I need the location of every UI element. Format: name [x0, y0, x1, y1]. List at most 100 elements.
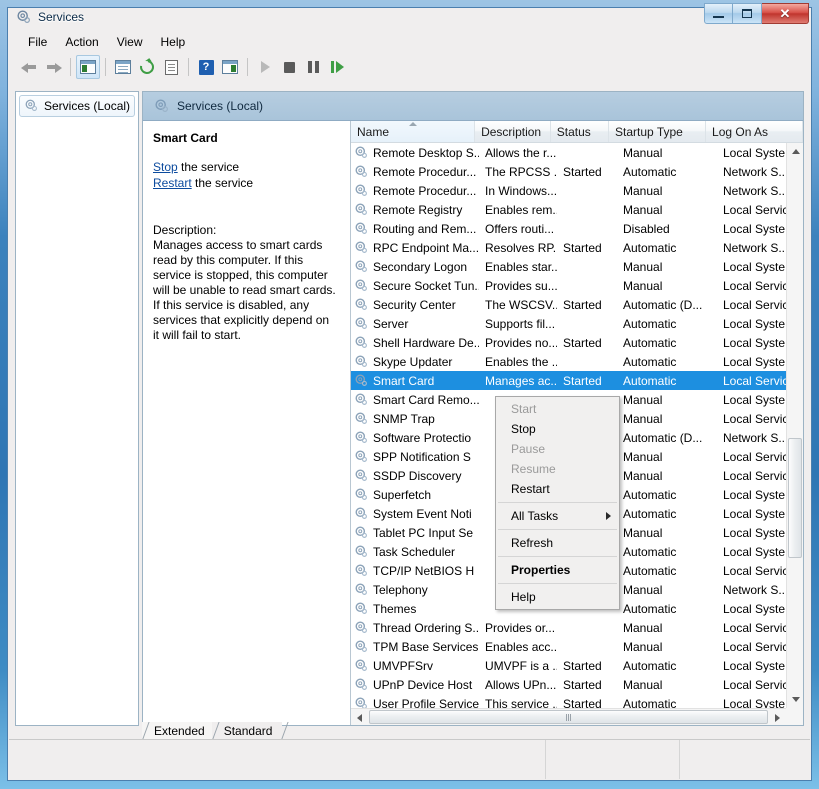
pause-service-icon[interactable] — [301, 55, 325, 79]
ctx-refresh[interactable]: Refresh — [496, 533, 619, 553]
table-row[interactable]: Smart Card Manages ac... Started Automatic L… — [351, 371, 786, 390]
table-row[interactable]: Routing and Rem... Offers routi... Disable… — [351, 219, 786, 238]
help-icon[interactable]: ? — [194, 55, 218, 79]
service-action-link-restart[interactable]: Restart — [153, 176, 192, 190]
service-gear-icon — [355, 526, 369, 540]
show-hide-action-pane-icon[interactable] — [218, 55, 242, 79]
table-row[interactable]: User Profile Service This service ... Star… — [351, 694, 786, 708]
vertical-scroll-thumb[interactable] — [788, 438, 802, 558]
menu-action[interactable]: Action — [56, 32, 107, 52]
minimize-button[interactable] — [704, 3, 733, 24]
service-gear-icon — [355, 678, 369, 692]
cell-name: Tablet PC Input Se — [351, 526, 479, 540]
cell-text: Software Protectio — [373, 430, 472, 445]
table-row[interactable]: Remote Desktop S... Allows the r... Manual… — [351, 143, 786, 162]
table-row[interactable]: Secondary Logon Enables star... Manual Loca… — [351, 257, 786, 276]
table-row[interactable]: TPM Base Services Enables acc... Manual Loc… — [351, 637, 786, 656]
vertical-scrollbar[interactable] — [786, 143, 803, 708]
table-row[interactable]: UPnP Device Host Allows UPn... Started Manu… — [351, 675, 786, 694]
cell-text: Task Scheduler — [373, 544, 456, 559]
cell-startup-type: Manual — [623, 183, 663, 198]
table-row[interactable]: Skype Updater Enables the ... Automatic Loc… — [351, 352, 786, 371]
cell-log-on-as: Local Syste... — [723, 392, 786, 407]
results-pane-title: Services (Local) — [177, 99, 264, 113]
table-row[interactable]: Thread Ordering S... Provides or... Manual… — [351, 618, 786, 637]
cell-name: SPP Notification S — [351, 450, 479, 464]
ctx-restart[interactable]: Restart — [496, 479, 619, 499]
cell-text: TCP/IP NetBIOS H — [373, 563, 475, 578]
context-menu-item-label: Resume — [511, 462, 556, 476]
menu-file[interactable]: File — [19, 32, 56, 52]
ctx-properties[interactable]: Properties — [496, 560, 619, 580]
maximize-button[interactable] — [733, 3, 762, 24]
scroll-left-button[interactable] — [351, 709, 368, 725]
service-gear-icon — [355, 545, 369, 559]
column-header-startup-type[interactable]: Startup Type — [609, 121, 707, 142]
horizontal-scroll-thumb[interactable] — [369, 710, 768, 724]
table-row[interactable]: Shell Hardware De... Provides no... Starte… — [351, 333, 786, 352]
close-button[interactable]: ✕ — [762, 3, 809, 24]
column-header-name[interactable]: Name — [351, 121, 476, 142]
cell-name: Remote Procedur... — [351, 184, 479, 198]
table-row[interactable]: Remote Procedur... In Windows... Manual Net… — [351, 181, 786, 200]
cell-startup-type: Automatic — [623, 316, 677, 331]
scroll-down-button[interactable] — [787, 691, 803, 708]
table-row[interactable]: Remote Registry Enables rem... Manual Local… — [351, 200, 786, 219]
service-gear-icon — [355, 450, 369, 464]
cell-startup-type: Automatic — [623, 696, 677, 709]
service-gear-icon — [355, 355, 369, 369]
column-header-log-on-as[interactable]: Log On As — [706, 121, 803, 142]
ctx-all-tasks[interactable]: All Tasks — [496, 506, 619, 526]
cell-startup-type: Manual — [623, 468, 663, 483]
cell-log-on-as: Local Syste... — [723, 145, 786, 160]
table-row[interactable]: RPC Endpoint Ma... Resolves RP... Started A… — [351, 238, 786, 257]
service-action-link-stop[interactable]: Stop — [153, 160, 178, 174]
show-hide-console-tree-icon[interactable] — [76, 55, 100, 79]
tree-item-services-local[interactable]: Services (Local) — [19, 95, 135, 117]
cell-startup-type: Manual — [623, 278, 663, 293]
refresh-icon[interactable] — [135, 55, 159, 79]
column-header-label: Description — [481, 124, 542, 139]
table-row[interactable]: Security Center The WSCSV... Started Automa… — [351, 295, 786, 314]
cell-status: Started — [563, 677, 602, 692]
column-header-description[interactable]: Description — [475, 121, 551, 142]
cell-text: System Event Noti — [373, 506, 472, 521]
table-row[interactable]: UMVPFSrv UMVPF is a ... Started Automatic Lo… — [351, 656, 786, 675]
cell-name: Secure Socket Tun... — [351, 279, 479, 293]
tab-extended[interactable]: Extended — [142, 722, 215, 740]
context-menu-item-label: Stop — [511, 422, 536, 436]
cell-log-on-as: Local Service — [723, 411, 786, 426]
restart-service-icon[interactable] — [325, 55, 349, 79]
column-header-status[interactable]: Status — [551, 121, 610, 142]
tab-standard[interactable]: Standard — [211, 722, 283, 740]
cell-name: RPC Endpoint Ma... — [351, 241, 479, 255]
table-row[interactable]: Remote Procedur... The RPCSS ... Started Au… — [351, 162, 786, 181]
services-gear-icon — [155, 99, 169, 113]
table-row[interactable]: Secure Socket Tun... Provides su... Manual… — [351, 276, 786, 295]
cell-text: Remote Procedur... — [373, 183, 477, 198]
scroll-up-button[interactable] — [787, 143, 803, 160]
table-row[interactable]: Server Supports fil... Automatic Local Syst… — [351, 314, 786, 333]
back-arrow-icon[interactable] — [17, 55, 41, 79]
stop-service-icon[interactable] — [277, 55, 301, 79]
properties-icon[interactable] — [111, 55, 135, 79]
service-gear-icon — [355, 374, 369, 388]
context-menu: Start Stop Pause Resume Restart All Tasks Refr… — [495, 396, 620, 610]
menu-view[interactable]: View — [108, 32, 152, 52]
cell-text: User Profile Service — [373, 696, 479, 709]
cell-startup-type: Automatic (D... — [623, 430, 703, 445]
export-list-icon[interactable] — [159, 55, 183, 79]
ctx-help[interactable]: Help — [496, 587, 619, 607]
horizontal-scrollbar[interactable] — [351, 708, 786, 725]
scroll-right-button[interactable] — [769, 709, 786, 725]
service-gear-icon — [355, 488, 369, 502]
cell-log-on-as: Local Syste... — [723, 696, 786, 709]
service-gear-icon — [355, 431, 369, 445]
ctx-stop[interactable]: Stop — [496, 419, 619, 439]
menu-help[interactable]: Help — [152, 32, 195, 52]
context-menu-item-label: Start — [511, 402, 537, 416]
forward-arrow-icon[interactable] — [41, 55, 65, 79]
cell-log-on-as: Network S... — [723, 240, 786, 255]
cell-name: System Event Noti — [351, 507, 479, 521]
cell-name: Skype Updater — [351, 355, 479, 369]
